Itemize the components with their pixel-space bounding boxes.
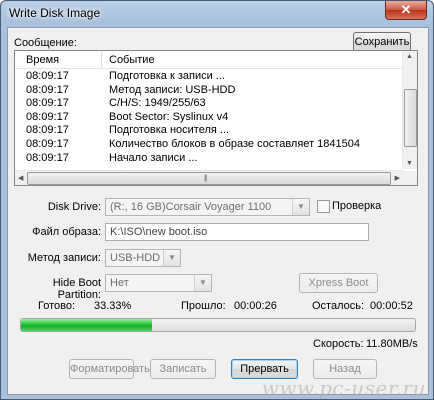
done-label: Готово: [38,300,76,312]
elapsed-value: 00:00:26 [234,300,277,312]
grip-icon: ||| [204,175,208,182]
log-event: Подготовка носителя ... [109,124,230,137]
horizontal-scrollbar[interactable]: ◀ ||| ▶ [15,170,403,185]
write-progress-bar [20,318,416,332]
hide-boot-value: Нет [110,277,129,289]
image-file-value: K:\ISO\new boot.iso [110,226,208,238]
log-event: Boot Sector: Syslinux v4 [109,110,229,123]
column-time[interactable]: Время [26,54,59,66]
vertical-scroll-thumb[interactable] [404,89,417,147]
log-time: 08:09:17 [26,137,69,150]
image-file-input[interactable]: K:\ISO\new boot.iso [105,223,369,241]
disk-drive-label: Disk Drive: [47,201,101,213]
messages-label: Сообщение: [14,37,77,49]
scroll-left-icon[interactable]: ◀ [18,174,23,182]
chevron-down-icon[interactable]: ▼ [194,275,211,291]
write-method-select[interactable]: USB-HDD ▼ [105,249,181,267]
log-event: C/H/S: 1949/255/63 [109,97,206,110]
close-button[interactable]: ✕ [385,1,427,20]
log-rows: 08:09:17 Подготовка к записи ... 08:09:17… [15,70,403,165]
log-row[interactable]: 08:09:17 Количество блоков в образе соста… [15,138,403,152]
hide-boot-select[interactable]: Нет ▼ [105,274,212,292]
scroll-corner [403,171,417,185]
log-row[interactable]: 08:09:17 Подготовка носителя ... [15,124,403,138]
title-bar[interactable]: Write Disk Image ✕ [1,1,433,25]
scroll-right-icon[interactable]: ▶ [395,174,400,182]
scroll-up-icon[interactable]: ▲ [406,53,413,60]
log-time: 08:09:17 [26,70,69,82]
image-file-label: Файл образа: [32,226,101,238]
format-button[interactable]: Форматировать [69,359,150,379]
verify-label[interactable]: Проверка [332,200,381,212]
log-time: 08:09:17 [26,83,69,96]
xpress-boot-button[interactable]: Xpress Boot [299,273,378,293]
remaining-label: Осталось: [312,300,365,312]
log-row[interactable]: 08:09:17 Подготовка к записи ... [15,70,403,84]
verify-checkbox[interactable] [317,200,330,213]
chevron-down-icon[interactable]: ▼ [292,199,309,215]
horizontal-scroll-thumb[interactable]: ||| [27,172,391,185]
log-header: Время Событие [15,51,403,69]
save-log-button[interactable]: Сохранить [353,32,411,52]
disk-drive-select[interactable]: (R:, 16 GB)Corsair Voyager 1100 ▼ [105,198,310,216]
write-method-value: USB-HDD [110,252,161,264]
log-row[interactable]: 08:09:17 C/H/S: 1949/255/63 [15,97,403,111]
progress-fill [21,319,153,331]
log-event: Количество блоков в образе составляет 18… [109,137,360,150]
window-title: Write Disk Image [9,6,101,20]
log-event: Начало записи ... [109,151,198,164]
speed-label: Скорость: [313,338,364,350]
log-row[interactable]: 08:09:17 Boot Sector: Syslinux v4 [15,111,403,125]
vertical-scrollbar[interactable]: ▲ ▼ [402,51,417,169]
chevron-down-icon[interactable]: ▼ [163,250,180,266]
log-row[interactable]: 08:09:17 Метод записи: USB-HDD [15,84,403,98]
column-event[interactable]: Событие [109,54,155,66]
watermark: www.pc-user.ru [261,376,426,400]
log-row[interactable]: 08:09:17 Начало записи ... [15,152,403,166]
disk-drive-value: (R:, 16 GB)Corsair Voyager 1100 [110,201,272,213]
write-button[interactable]: Записать [150,359,216,379]
write-method-label: Метод записи: [27,252,101,264]
log-event: Подготовка к записи ... [109,70,225,82]
elapsed-label: Прошло: [181,300,226,312]
log-event: Метод записи: USB-HDD [109,83,236,96]
remaining-value: 00:00:52 [370,300,413,312]
message-log[interactable]: Время Событие 08:09:17 Подготовка к запис… [14,50,418,186]
close-icon: ✕ [400,2,412,17]
scroll-down-icon[interactable]: ▼ [406,160,413,167]
speed-value: 11.80MB/s [366,338,418,350]
log-time: 08:09:17 [26,97,69,110]
log-time: 08:09:17 [26,124,69,137]
log-time: 08:09:17 [26,151,69,164]
column-separator[interactable] [101,51,102,68]
log-time: 08:09:17 [26,110,69,123]
hide-boot-label: Hide Boot Partition: [52,277,101,301]
done-value: 33.33% [94,300,132,312]
